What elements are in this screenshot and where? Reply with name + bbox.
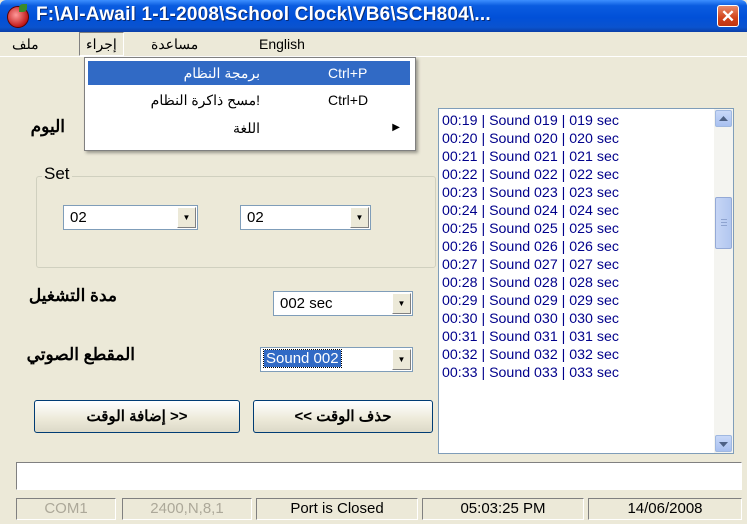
- menu-help[interactable]: مساعدة: [145, 32, 204, 56]
- status-connection: Port is Closed: [256, 498, 418, 520]
- menu-action[interactable]: إجراء: [79, 32, 124, 56]
- submenu-arrow-icon: ▶: [392, 122, 400, 133]
- menu-english[interactable]: English: [253, 32, 311, 56]
- app-icon[interactable]: [7, 4, 29, 28]
- combo-value: 02: [70, 209, 87, 226]
- add-time-button[interactable]: << إضافة الوقت: [34, 400, 240, 433]
- list-item[interactable]: 00:33 | Sound 033 | 033 sec: [442, 365, 619, 382]
- list-item[interactable]: 00:32 | Sound 032 | 032 sec: [442, 347, 619, 364]
- menu-item-language[interactable]: اللغة ▶: [88, 116, 410, 140]
- menu-item-label: !مسح ذاكرة النظام: [150, 92, 260, 108]
- status-settings: 2400,N,8,1: [122, 498, 252, 520]
- sound-combo[interactable]: Sound 002 ▼: [260, 347, 413, 372]
- chevron-down-icon[interactable]: ▼: [392, 349, 411, 370]
- menu-item-clear-memory[interactable]: !مسح ذاكرة النظام Ctrl+D: [88, 88, 410, 112]
- day-label: اليوم: [30, 117, 65, 136]
- minute-combo[interactable]: 02 ▼: [240, 205, 371, 230]
- list-item[interactable]: 00:24 | Sound 024 | 024 sec: [442, 203, 619, 220]
- list-item[interactable]: 00:27 | Sound 027 | 027 sec: [442, 257, 619, 274]
- list-item[interactable]: 00:31 | Sound 031 | 031 sec: [442, 329, 619, 346]
- menu-item-shortcut: Ctrl+D: [328, 92, 369, 108]
- status-bar: COM1 2400,N,8,1 Port is Closed 05:03:25 …: [0, 494, 747, 524]
- list-item[interactable]: 00:23 | Sound 023 | 023 sec: [442, 185, 619, 202]
- title-bar[interactable]: F:\Al-Awail 1-1-2008\School Clock\VB6\SC…: [0, 0, 747, 32]
- menu-item-shortcut: Ctrl+P: [328, 65, 368, 81]
- menu-bar: ملف إجراء مساعدة English: [0, 32, 747, 57]
- sound-label: المقطع الصوتي: [26, 345, 135, 364]
- status-port: COM1: [16, 498, 116, 520]
- menu-item-program-system[interactable]: برمجة النظام Ctrl+P: [88, 61, 410, 85]
- menu-file[interactable]: ملف: [6, 32, 45, 56]
- list-item[interactable]: 00:25 | Sound 025 | 025 sec: [442, 221, 619, 238]
- duration-combo[interactable]: 002 sec ▼: [273, 291, 413, 316]
- menu-item-label: برمجة النظام: [183, 65, 260, 81]
- schedule-listbox[interactable]: 00:19 | Sound 019 | 019 sec 00:20 | Soun…: [438, 108, 734, 454]
- combo-value: 02: [247, 209, 264, 226]
- list-item[interactable]: 00:28 | Sound 028 | 028 sec: [442, 275, 619, 292]
- duration-label: مدة التشغيل: [28, 286, 117, 305]
- status-date: 14/06/2008: [588, 498, 742, 520]
- combo-value: 002 sec: [280, 295, 333, 312]
- chevron-down-icon[interactable]: ▼: [177, 207, 196, 228]
- list-item[interactable]: 00:29 | Sound 029 | 029 sec: [442, 293, 619, 310]
- set-group-label: Set: [42, 164, 72, 184]
- combo-value: Sound 002: [263, 349, 342, 368]
- list-item[interactable]: 00:22 | Sound 022 | 022 sec: [442, 167, 619, 184]
- window-title: F:\Al-Awail 1-1-2008\School Clock\VB6\SC…: [36, 4, 491, 25]
- scroll-thumb[interactable]: [715, 197, 732, 249]
- list-item[interactable]: 00:30 | Sound 030 | 030 sec: [442, 311, 619, 328]
- list-scrollbar[interactable]: [714, 109, 733, 453]
- action-dropdown-menu: برمجة النظام Ctrl+P !مسح ذاكرة النظام Ct…: [84, 57, 416, 151]
- message-textbox[interactable]: [16, 462, 742, 490]
- list-item[interactable]: 00:20 | Sound 020 | 020 sec: [442, 131, 619, 148]
- list-item[interactable]: 00:19 | Sound 019 | 019 sec: [442, 113, 619, 130]
- hour-combo[interactable]: 02 ▼: [63, 205, 198, 230]
- close-button[interactable]: ✕: [717, 5, 739, 27]
- list-item[interactable]: 00:21 | Sound 021 | 021 sec: [442, 149, 619, 166]
- chevron-down-icon[interactable]: ▼: [350, 207, 369, 228]
- menu-item-label: اللغة: [232, 120, 260, 136]
- status-time: 05:03:25 PM: [422, 498, 584, 520]
- delete-time-button[interactable]: حذف الوقت >>: [253, 400, 433, 433]
- scroll-down-icon[interactable]: [715, 435, 732, 452]
- list-item[interactable]: 00:26 | Sound 026 | 026 sec: [442, 239, 619, 256]
- scroll-up-icon[interactable]: [715, 110, 732, 127]
- chevron-down-icon[interactable]: ▼: [392, 293, 411, 314]
